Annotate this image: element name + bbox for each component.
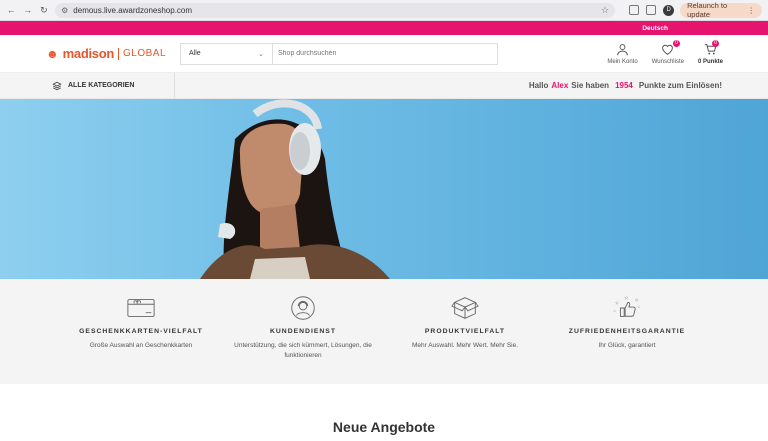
extensions-icon[interactable] bbox=[629, 5, 640, 15]
cart-link[interactable]: 0 0 Punkte bbox=[697, 39, 723, 65]
feature-title: ZUFRIEDENHEITSGARANTIE bbox=[568, 328, 686, 335]
address-bar[interactable]: ⚙ demous.live.awardzoneshop.com ☆ bbox=[55, 2, 616, 18]
site-header: ☻ madison GLOBAL Alle ⌄ Mein Konto 0 Wun… bbox=[0, 35, 768, 73]
all-categories-label: ALLE KATEGORIEN bbox=[68, 82, 135, 89]
back-icon[interactable]: ← bbox=[6, 4, 16, 16]
feature-title: KUNDENDIENST bbox=[269, 328, 336, 335]
logo-global: GLOBAL bbox=[123, 48, 167, 59]
search-bar: Alle ⌄ bbox=[180, 42, 498, 65]
svg-text:☆: ☆ bbox=[615, 300, 619, 305]
feature-title: GESCHENKKARTEN-VIELFALT bbox=[79, 328, 203, 335]
feature-title: PRODUKTVIELFALT bbox=[424, 328, 506, 335]
feature-product-variety: PRODUKTVIELFALT Mehr Auswahl. Mehr Wert.… bbox=[384, 294, 546, 384]
site-info-icon[interactable]: ⚙ bbox=[61, 6, 68, 15]
user-name: Alex bbox=[551, 81, 569, 90]
language-selector[interactable]: Deutsch bbox=[642, 25, 668, 32]
support-agent-icon bbox=[291, 296, 315, 320]
wishlist-badge: 0 bbox=[672, 39, 680, 47]
svg-text:☆: ☆ bbox=[624, 296, 628, 301]
search-category-select[interactable]: Alle ⌄ bbox=[181, 43, 273, 64]
forward-icon[interactable]: → bbox=[22, 4, 32, 16]
url-text: demous.live.awardzoneshop.com bbox=[73, 5, 193, 15]
cart-badge: 0 bbox=[712, 39, 719, 47]
category-bar: ALLE KATEGORIEN Hallo Alex Sie haben 195… bbox=[0, 73, 768, 99]
chevron-down-icon: ⌄ bbox=[258, 50, 264, 58]
account-label: Mein Konto bbox=[607, 58, 638, 65]
logo-brand: madison bbox=[62, 46, 115, 61]
feature-desc: Mehr Auswahl. Mehr Wert. Mehr Sie. bbox=[411, 342, 519, 349]
svg-text:☆: ☆ bbox=[635, 297, 639, 302]
relaunch-label: Relaunch to update bbox=[687, 1, 728, 19]
feature-gift-cards: GESCHENKKARTEN-VIELFALT Große Auswahl an… bbox=[60, 294, 222, 384]
all-categories-button[interactable]: ALLE KATEGORIEN bbox=[0, 73, 175, 98]
svg-text:☆: ☆ bbox=[613, 309, 617, 313]
layers-icon bbox=[52, 81, 62, 90]
logo[interactable]: ☻ madison GLOBAL bbox=[46, 46, 180, 61]
bookmark-star-icon[interactable]: ☆ bbox=[601, 5, 609, 16]
section-title: Neue Angebote bbox=[332, 419, 436, 435]
search-category-value: Alle bbox=[189, 50, 201, 57]
features-strip: GESCHENKKARTEN-VIELFALT Große Auswahl an… bbox=[0, 279, 768, 384]
relaunch-button[interactable]: Relaunch to update ⋮ bbox=[680, 1, 763, 19]
feature-desc: Große Auswahl an Geschenkkarten bbox=[89, 342, 193, 349]
greeting-rest: Punkte zum Einlösen! bbox=[638, 81, 722, 90]
greeting-hello: Hallo bbox=[528, 81, 549, 90]
feature-desc: Ihr Glück, garantiert bbox=[598, 342, 656, 349]
points-balance: 1954 bbox=[615, 81, 633, 90]
open-box-icon bbox=[451, 297, 479, 319]
reload-icon[interactable]: ↻ bbox=[39, 4, 49, 16]
feature-desc: Unterstützung, die sich kümmert, Lösunge… bbox=[234, 342, 372, 360]
wishlist-link[interactable]: 0 Wunschliste bbox=[651, 39, 684, 65]
hero-banner[interactable] bbox=[0, 99, 768, 279]
greeting-have: Sie haben bbox=[571, 81, 610, 90]
feature-customer-service: KUNDENDIENST Unterstützung, die sich küm… bbox=[222, 294, 384, 384]
language-bar: Deutsch bbox=[0, 21, 768, 35]
points-greeting: Hallo Alex Sie haben 1954 Punkte zum Ein… bbox=[529, 81, 768, 90]
wishlist-label: Wunschliste bbox=[651, 58, 684, 65]
logo-divider bbox=[118, 47, 119, 60]
feature-satisfaction: ☆ ☆ ☆ ☆ ☆ ZUFRIEDENHEITSGARANTIE Ihr Glü… bbox=[546, 294, 708, 384]
menu-dots-icon[interactable]: ⋮ bbox=[748, 6, 756, 15]
svg-text:☆: ☆ bbox=[637, 305, 641, 309]
thumbs-up-stars-icon: ☆ ☆ ☆ ☆ ☆ bbox=[613, 296, 641, 317]
account-link[interactable]: Mein Konto bbox=[607, 43, 638, 65]
new-offers-section: Neue Angebote bbox=[0, 384, 768, 441]
profile-avatar[interactable]: D bbox=[663, 4, 675, 16]
logo-mark-icon: ☻ bbox=[46, 46, 59, 61]
gift-card-icon bbox=[127, 299, 155, 317]
hero-person-headphones-image bbox=[200, 99, 390, 279]
cart-points-label: 0 Punkte bbox=[697, 58, 723, 65]
tab-search-icon[interactable] bbox=[646, 5, 657, 15]
search-input[interactable] bbox=[273, 43, 497, 64]
user-icon bbox=[617, 43, 628, 55]
browser-toolbar: ← → ↻ ⚙ demous.live.awardzoneshop.com ☆ … bbox=[0, 0, 768, 21]
